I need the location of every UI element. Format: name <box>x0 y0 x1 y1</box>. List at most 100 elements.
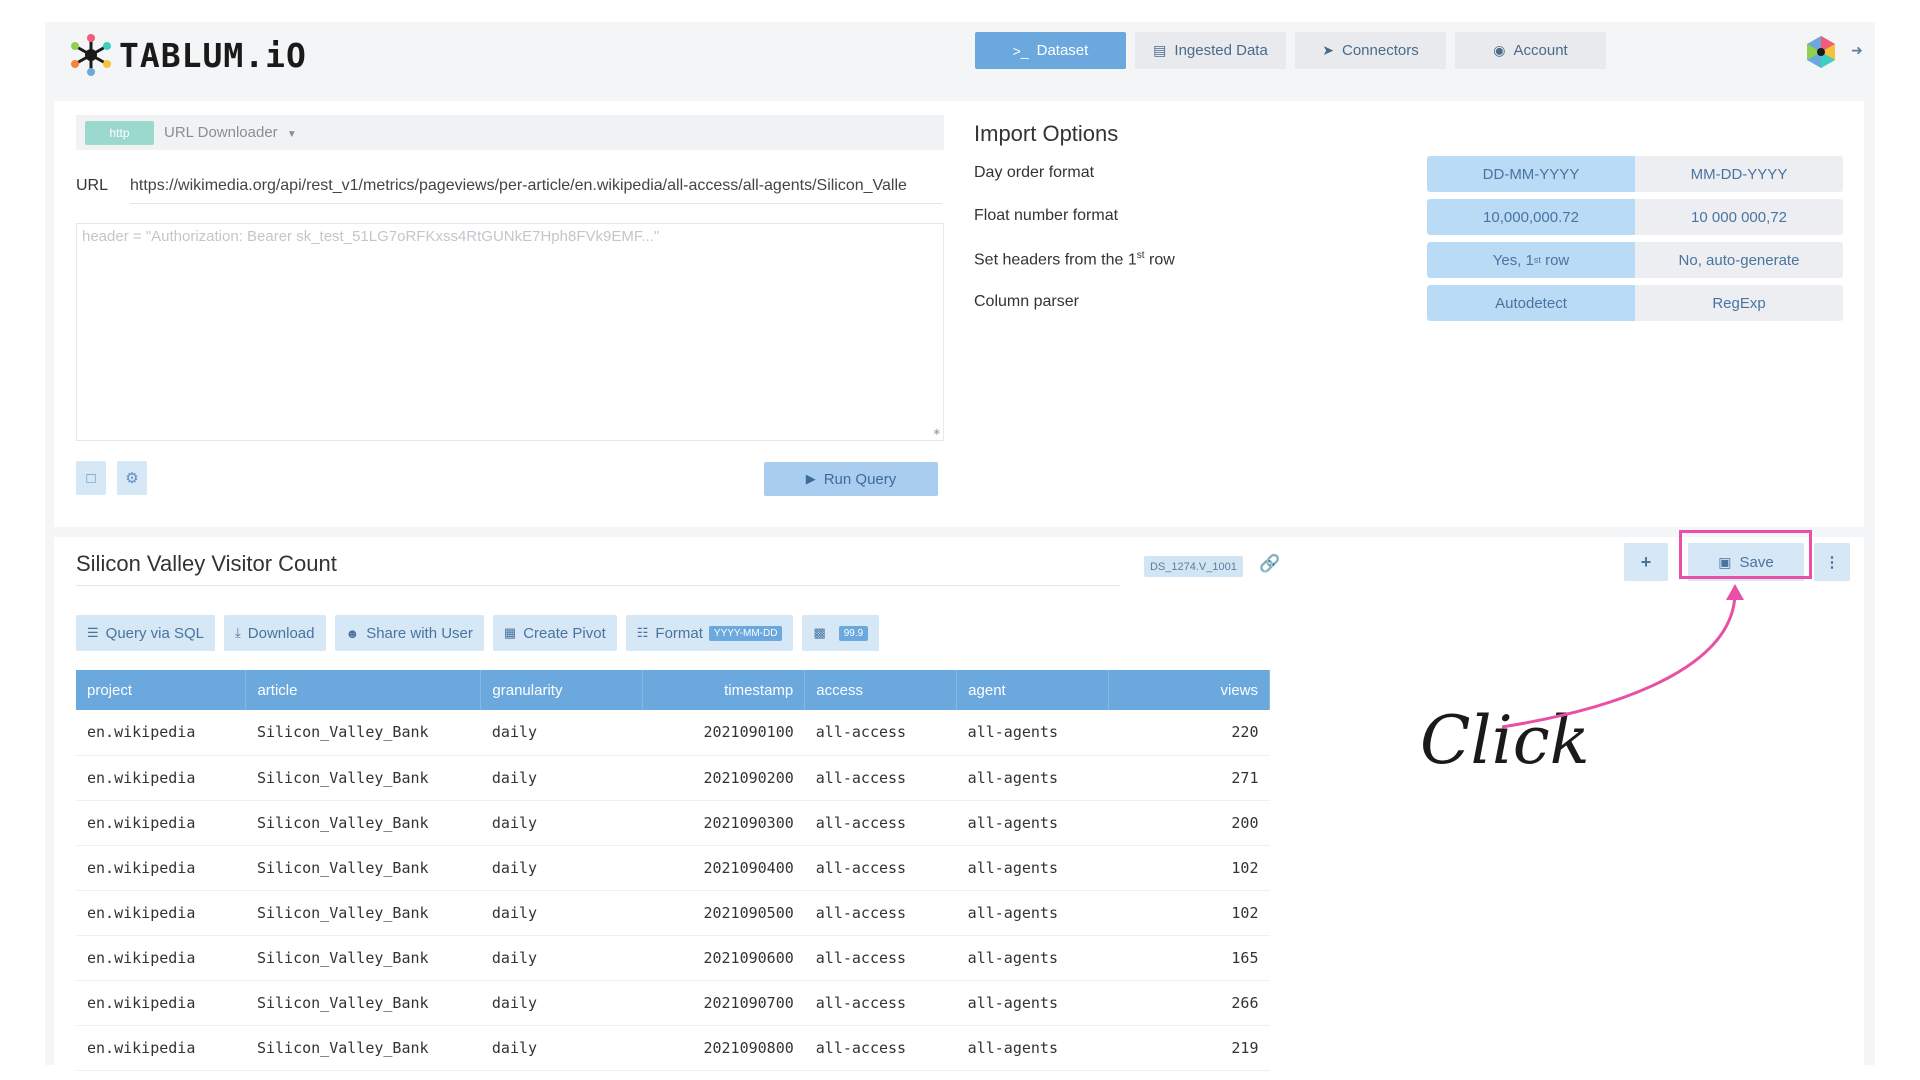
headers-auto-generate[interactable]: No, auto-generate <box>1635 242 1843 278</box>
table-cell-project: en.wikipedia <box>76 980 246 1026</box>
table-cell-timestamp: 2021090500 <box>642 890 805 936</box>
table-row[interactable]: en.wikipedia Silicon_Valley_Bank daily 2021… <box>76 845 1270 891</box>
user-avatar[interactable] <box>1803 34 1839 70</box>
table-cell-access: all-access <box>804 935 957 981</box>
logout-icon[interactable]: ➜ <box>1851 42 1863 59</box>
table-cell-agent: all-agents <box>956 935 1109 981</box>
column-header-views[interactable]: views <box>1108 670 1270 710</box>
more-options-button[interactable]: ⋮ <box>1814 543 1850 581</box>
table-cell-views: 266 <box>1108 980 1270 1026</box>
format-button[interactable]: ☷ Format YYYY-MM-DD <box>625 615 794 651</box>
number-format-button[interactable]: ▩ 99.9 <box>802 615 880 651</box>
table-cell-agent: all-agents <box>956 890 1109 936</box>
create-pivot-button[interactable]: ▦ Create Pivot <box>492 615 617 651</box>
dataset-title[interactable]: Silicon Valley Visitor Count <box>76 551 337 577</box>
table-row[interactable]: en.wikipedia Silicon_Valley_Bank daily 2021… <box>76 980 1270 1026</box>
nav-connectors[interactable]: ➤ Connectors <box>1295 32 1446 69</box>
table-cell-timestamp: 2021090700 <box>642 980 805 1026</box>
option-label: Day order format <box>974 164 1095 181</box>
url-label: URL <box>76 177 109 194</box>
headers-yes-first-row[interactable]: Yes, 1st row <box>1427 242 1635 278</box>
table-cell-project: en.wikipedia <box>76 845 246 891</box>
table-row[interactable]: en.wikipedia Silicon_Valley_Bank daily 2021… <box>76 710 1270 756</box>
column-header-agent[interactable]: agent <box>956 670 1110 710</box>
day-order-mm-dd-yyyy[interactable]: MM-DD-YYYY <box>1635 156 1843 192</box>
table-row[interactable]: en.wikipedia Silicon_Valley_Bank daily 2021… <box>76 800 1270 846</box>
calculator-icon: ▩ <box>813 625 826 640</box>
table-cell-timestamp: 2021090800 <box>642 1025 805 1071</box>
query-via-sql-label: Query via SQL <box>105 624 205 642</box>
main-nav: >_ Dataset ▤ Ingested Data ➤ Connectors … <box>975 32 1615 69</box>
source-dropdown-label: URL Downloader <box>164 124 278 141</box>
option-float-format: Float number format 10,000,000.72 10 000… <box>974 199 1843 235</box>
table-cell-agent: all-agents <box>956 1025 1109 1071</box>
table-cell-views: 219 <box>1108 1025 1270 1071</box>
file-icon: □ <box>86 469 96 487</box>
column-header-project[interactable]: project <box>76 670 247 710</box>
table-row[interactable]: en.wikipedia Silicon_Valley_Bank daily 2021… <box>76 1025 1270 1071</box>
url-input[interactable]: https://wikimedia.org/api/rest_v1/metric… <box>130 177 942 195</box>
table-icon: ▤ <box>1153 42 1167 58</box>
table-cell-article: Silicon_Valley_Bank <box>245 890 481 936</box>
table-cell-granularity: daily <box>480 890 643 936</box>
table-cell-timestamp: 2021090400 <box>642 845 805 891</box>
table-cell-views: 220 <box>1108 710 1270 756</box>
link-icon[interactable]: 🔗 <box>1259 554 1280 574</box>
table-cell-access: all-access <box>804 845 957 891</box>
click-annotation: Click <box>1420 702 1590 779</box>
download-button[interactable]: ⤓ Download <box>224 615 326 651</box>
option-label: Float number format <box>974 207 1119 224</box>
float-format-comma[interactable]: 10,000,000.72 <box>1427 199 1635 235</box>
table-cell-project: en.wikipedia <box>76 755 246 801</box>
query-via-sql-button[interactable]: ☰ Query via SQL <box>76 615 216 651</box>
users-icon: ☻ <box>345 625 360 641</box>
float-format-toggle: 10,000,000.72 10 000 000,72 <box>1427 199 1843 235</box>
table-row[interactable]: en.wikipedia Silicon_Valley_Bank daily 2021… <box>76 755 1270 801</box>
run-query-label: Run Query <box>823 470 897 488</box>
table-cell-views: 102 <box>1108 890 1270 936</box>
table-cell-agent: all-agents <box>956 980 1109 1026</box>
source-selector[interactable]: http URL Downloader ▼ <box>76 115 944 150</box>
nav-account[interactable]: ◉ Account <box>1455 32 1606 69</box>
table-cell-project: en.wikipedia <box>76 935 246 981</box>
settings-button[interactable]: ⚙ <box>117 461 147 495</box>
option-day-order: Day order format DD-MM-YYYY MM-DD-YYYY <box>974 156 1843 192</box>
dataset-panel: Silicon Valley Visitor Count DS_1274.V_1… <box>54 530 1864 1071</box>
nav-connectors-label: Connectors <box>1342 42 1419 59</box>
share-with-user-button[interactable]: ☻ Share with User <box>334 615 484 651</box>
import-panel: http URL Downloader ▼ URL https://wikime… <box>54 101 1864 527</box>
kebab-menu-icon: ⋮ <box>1824 554 1840 571</box>
logo-text: TABLUM.iO <box>119 35 307 75</box>
column-header-access[interactable]: access <box>804 670 958 710</box>
chevron-down-icon: ▼ <box>286 129 297 140</box>
table-cell-granularity: daily <box>480 710 643 756</box>
table-cell-access: all-access <box>804 980 957 1026</box>
run-query-button[interactable]: ▶ Run Query <box>764 462 938 496</box>
download-icon: ⤓ <box>235 625 241 640</box>
table-header-row: project article granularity timestamp ac… <box>76 670 1270 710</box>
day-order-dd-mm-yyyy[interactable]: DD-MM-YYYY <box>1427 156 1635 192</box>
nav-ingested-data[interactable]: ▤ Ingested Data <box>1135 32 1286 69</box>
table-row[interactable]: en.wikipedia Silicon_Valley_Bank daily 2021… <box>76 890 1270 936</box>
source-dropdown[interactable]: URL Downloader ▼ <box>164 124 297 141</box>
request-headers-textarea[interactable]: header = "Authorization: Bearer sk_test_… <box>76 223 944 441</box>
float-format-space[interactable]: 10 000 000,72 <box>1635 199 1843 235</box>
column-header-timestamp[interactable]: timestamp <box>642 670 806 710</box>
nav-dataset[interactable]: >_ Dataset <box>975 32 1126 69</box>
parser-autodetect[interactable]: Autodetect <box>1427 285 1635 321</box>
number-format-badge: 99.9 <box>838 625 869 641</box>
source-type-badge: http <box>85 121 154 145</box>
resize-handle-icon[interactable]: ∗ <box>933 427 941 438</box>
column-header-granularity[interactable]: granularity <box>480 670 644 710</box>
import-options-title: Import Options <box>974 121 1119 146</box>
app-logo[interactable]: TABLUM.iO <box>71 34 307 76</box>
parser-regexp[interactable]: RegExp <box>1635 285 1843 321</box>
add-button[interactable]: + <box>1624 543 1668 581</box>
table-row[interactable]: en.wikipedia Silicon_Valley_Bank daily 2021… <box>76 935 1270 981</box>
table-cell-article: Silicon_Valley_Bank <box>245 755 481 801</box>
nav-ingested-data-label: Ingested Data <box>1174 42 1268 59</box>
new-file-button[interactable]: □ <box>76 461 106 495</box>
column-header-article[interactable]: article <box>245 670 482 710</box>
table-cell-agent: all-agents <box>956 845 1109 891</box>
table-cell-agent: all-agents <box>956 710 1109 756</box>
